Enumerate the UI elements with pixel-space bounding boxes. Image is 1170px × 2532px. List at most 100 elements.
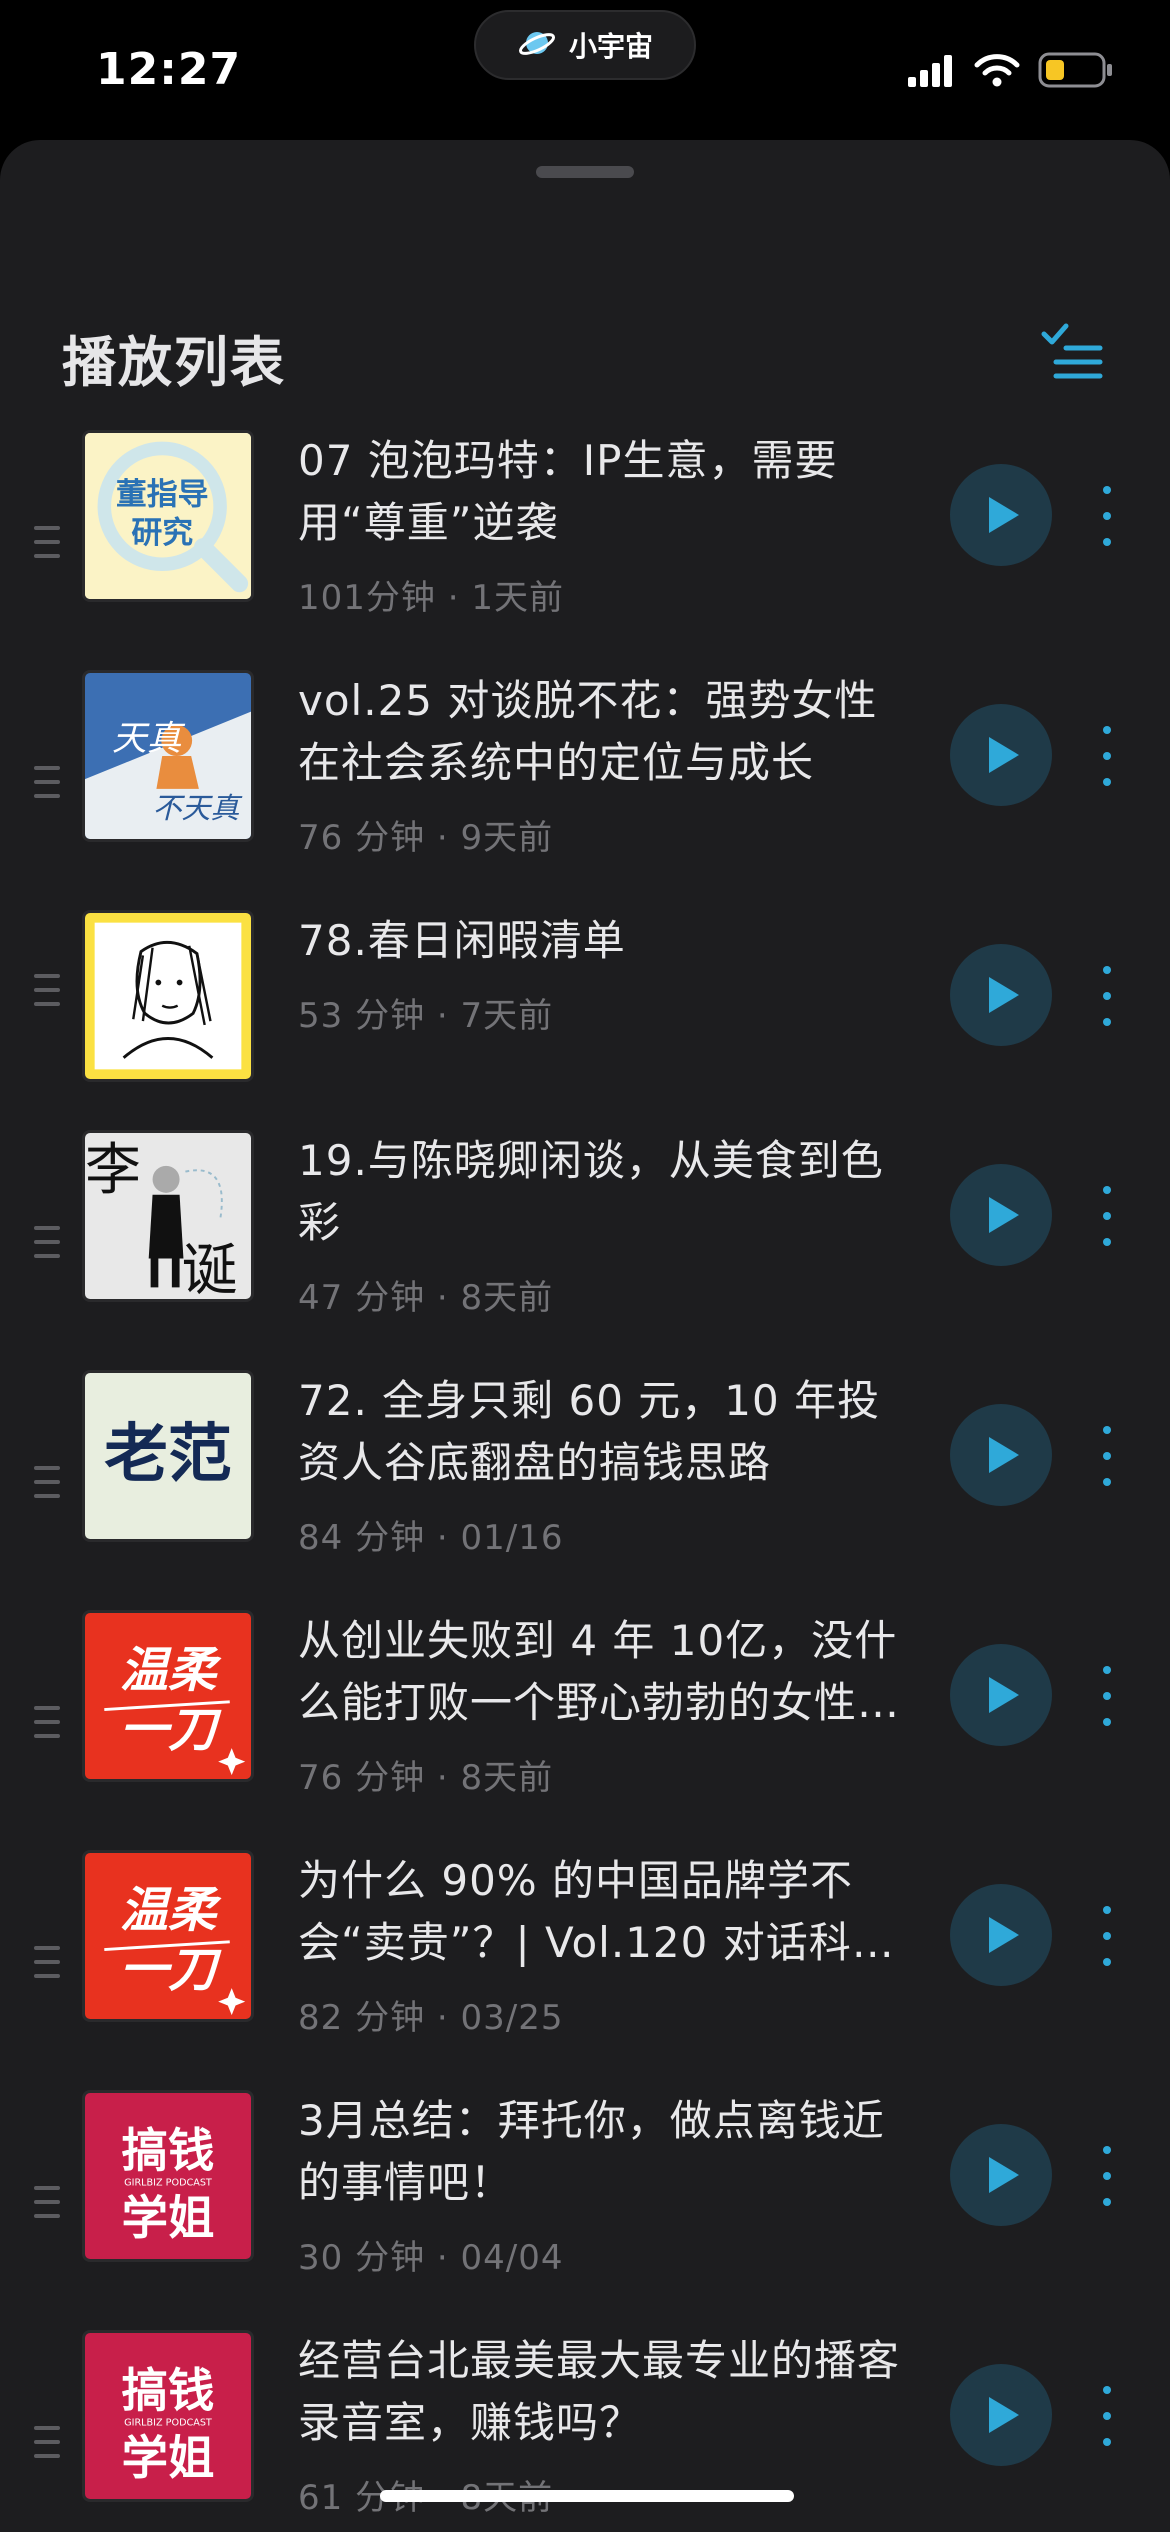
list-item[interactable]: 78.春日闲暇清单 53 分钟 · 7天前 xyxy=(0,910,1170,1130)
drag-handle-icon[interactable] xyxy=(34,1466,60,1506)
play-icon xyxy=(989,1197,1019,1233)
episode-meta: 30 分钟 · 04/04 xyxy=(298,2238,564,2278)
svg-text:搞钱: 搞钱 xyxy=(122,2363,215,2417)
more-options-button[interactable] xyxy=(1092,486,1122,546)
episode-title: 78.春日闲暇清单 xyxy=(298,916,626,965)
more-options-button[interactable] xyxy=(1092,1426,1122,1486)
episode-title: 3月总结：拜托你，做点离钱近的事情吧！ xyxy=(298,2096,885,2207)
episode-title: 19.与陈晓卿闲谈，从美食到色彩 xyxy=(298,1136,884,1247)
drag-handle-icon[interactable] xyxy=(34,766,60,806)
more-options-button[interactable] xyxy=(1092,726,1122,786)
play-icon xyxy=(989,1677,1019,1713)
episode-title: 从创业失败到 4 年 10亿，没什么能打败一个野心勃勃的女性… xyxy=(298,1616,901,1727)
playlist-sheet: 播放列表 董指导 研究 07 泡泡玛特：IP生意，需要用“尊重”逆袭 101分钟… xyxy=(0,140,1170,2532)
svg-text:一刀: 一刀 xyxy=(120,1702,222,1758)
podcast-cover: 温柔 一刀 xyxy=(82,1850,254,2022)
planet-icon xyxy=(517,23,557,67)
drag-handle-icon[interactable] xyxy=(34,974,60,1014)
svg-text:温柔: 温柔 xyxy=(120,1642,222,1698)
list-item[interactable]: 董指导 研究 07 泡泡玛特：IP生意，需要用“尊重”逆袭 101分钟 · 1天… xyxy=(0,430,1170,670)
play-button[interactable] xyxy=(950,1644,1052,1746)
more-options-button[interactable] xyxy=(1092,1186,1122,1246)
play-button[interactable] xyxy=(950,1404,1052,1506)
svg-text:搞钱: 搞钱 xyxy=(122,2123,215,2177)
svg-text:学姐: 学姐 xyxy=(122,2431,215,2485)
checklist-icon xyxy=(1041,323,1103,379)
play-icon xyxy=(989,2397,1019,2433)
play-button[interactable] xyxy=(950,1164,1052,1266)
episode-meta: 82 分钟 · 03/25 xyxy=(298,1998,564,2038)
screen: 12:27 小宇宙 播放列表 董指导 研究 07 泡泡玛特：IP生意，需要用“尊… xyxy=(0,0,1170,2532)
play-button[interactable] xyxy=(950,704,1052,806)
svg-text:温柔: 温柔 xyxy=(120,1882,222,1938)
episode-meta: 47 分钟 · 8天前 xyxy=(298,1278,554,1318)
episode-title: 经营台北最美最大最专业的播客录音室，赚钱吗？ xyxy=(298,2336,901,2447)
svg-text:董指导: 董指导 xyxy=(116,476,209,512)
podcast-cover: 老范 xyxy=(82,1370,254,1542)
list-item[interactable]: 温柔 一刀 从创业失败到 4 年 10亿，没什么能打败一个野心勃勃的女性… 76… xyxy=(0,1610,1170,1850)
list-item[interactable]: 老范 72. 全身只剩 60 元，10 年投资人谷底翻盘的搞钱思路 84 分钟 … xyxy=(0,1370,1170,1610)
drag-handle-icon[interactable] xyxy=(34,1706,60,1746)
play-button[interactable] xyxy=(950,1884,1052,1986)
sheet-grabber[interactable] xyxy=(536,166,634,178)
svg-text:研究: 研究 xyxy=(131,515,193,551)
play-icon xyxy=(989,977,1019,1013)
dynamic-island[interactable]: 小宇宙 xyxy=(474,10,696,80)
episode-meta: 53 分钟 · 7天前 xyxy=(298,996,554,1036)
battery-icon xyxy=(1038,52,1114,92)
drag-handle-icon[interactable] xyxy=(34,2426,60,2466)
playlist-manage-button[interactable] xyxy=(1036,318,1106,388)
drag-handle-icon[interactable] xyxy=(34,526,60,566)
drag-handle-icon[interactable] xyxy=(34,1226,60,1266)
page-title: 播放列表 xyxy=(62,331,286,394)
more-options-button[interactable] xyxy=(1092,1666,1122,1726)
more-options-button[interactable] xyxy=(1092,2146,1122,2206)
episode-list: 董指导 研究 07 泡泡玛特：IP生意，需要用“尊重”逆袭 101分钟 · 1天… xyxy=(0,430,1170,2532)
more-options-button[interactable] xyxy=(1092,1906,1122,1966)
island-label: 小宇宙 xyxy=(568,30,653,63)
podcast-cover: 董指导 研究 xyxy=(82,430,254,602)
svg-text:GIRLBIZ PODCAST: GIRLBIZ PODCAST xyxy=(124,2178,212,2189)
list-item[interactable]: 天真 不天真 vol.25 对谈脱不花：强势女性在社会系统中的定位与成长 76 … xyxy=(0,670,1170,910)
signal-icon xyxy=(906,53,956,91)
drag-handle-icon[interactable] xyxy=(34,1946,60,1986)
podcast-cover: 温柔 一刀 xyxy=(82,1610,254,1782)
svg-text:一刀: 一刀 xyxy=(120,1942,222,1998)
list-item[interactable]: 李 诞 19.与陈晓卿闲谈，从美食到色彩 47 分钟 · 8天前 xyxy=(0,1130,1170,1370)
list-item[interactable]: 温柔 一刀 为什么 90% 的中国品牌学不会“卖贵”？| Vol.120 对话科… xyxy=(0,1850,1170,2090)
svg-text:诞: 诞 xyxy=(182,1238,238,1299)
more-options-button[interactable] xyxy=(1092,966,1122,1026)
play-icon xyxy=(989,2157,1019,2193)
svg-text:GIRLBIZ PODCAST: GIRLBIZ PODCAST xyxy=(124,2418,212,2429)
play-icon xyxy=(989,1917,1019,1953)
play-icon xyxy=(989,497,1019,533)
svg-text:李: 李 xyxy=(85,1138,141,1203)
episode-title: 72. 全身只剩 60 元，10 年投资人谷底翻盘的搞钱思路 xyxy=(298,1376,881,1487)
episode-title: 07 泡泡玛特：IP生意，需要用“尊重”逆袭 xyxy=(298,436,838,547)
podcast-cover: 李 诞 xyxy=(82,1130,254,1302)
wifi-icon xyxy=(974,53,1020,91)
svg-text:不天真: 不天真 xyxy=(153,791,244,825)
status-time: 12:27 xyxy=(96,44,242,95)
podcast-cover xyxy=(82,910,254,1082)
svg-text:老范: 老范 xyxy=(104,1417,231,1491)
play-button[interactable] xyxy=(950,464,1052,566)
more-options-button[interactable] xyxy=(1092,2386,1122,2446)
drag-handle-icon[interactable] xyxy=(34,2186,60,2226)
play-button[interactable] xyxy=(950,2124,1052,2226)
play-button[interactable] xyxy=(950,944,1052,1046)
podcast-cover: 搞钱 GIRLBIZ PODCAST 学姐 xyxy=(82,2090,254,2262)
svg-text:学姐: 学姐 xyxy=(122,2191,215,2245)
podcast-cover: 天真 不天真 xyxy=(82,670,254,842)
episode-meta: 101分钟 · 1天前 xyxy=(298,578,564,618)
play-icon xyxy=(989,1437,1019,1473)
play-icon xyxy=(989,737,1019,773)
home-indicator[interactable] xyxy=(380,2490,794,2502)
episode-meta: 76 分钟 · 9天前 xyxy=(298,818,554,858)
list-item[interactable]: 搞钱 GIRLBIZ PODCAST 学姐 3月总结：拜托你，做点离钱近的事情吧… xyxy=(0,2090,1170,2330)
play-button[interactable] xyxy=(950,2364,1052,2466)
svg-text:天真: 天真 xyxy=(112,719,186,759)
podcast-cover: 搞钱 GIRLBIZ PODCAST 学姐 xyxy=(82,2330,254,2502)
status-bar: 12:27 小宇宙 xyxy=(0,0,1170,140)
status-icons xyxy=(906,52,1114,92)
